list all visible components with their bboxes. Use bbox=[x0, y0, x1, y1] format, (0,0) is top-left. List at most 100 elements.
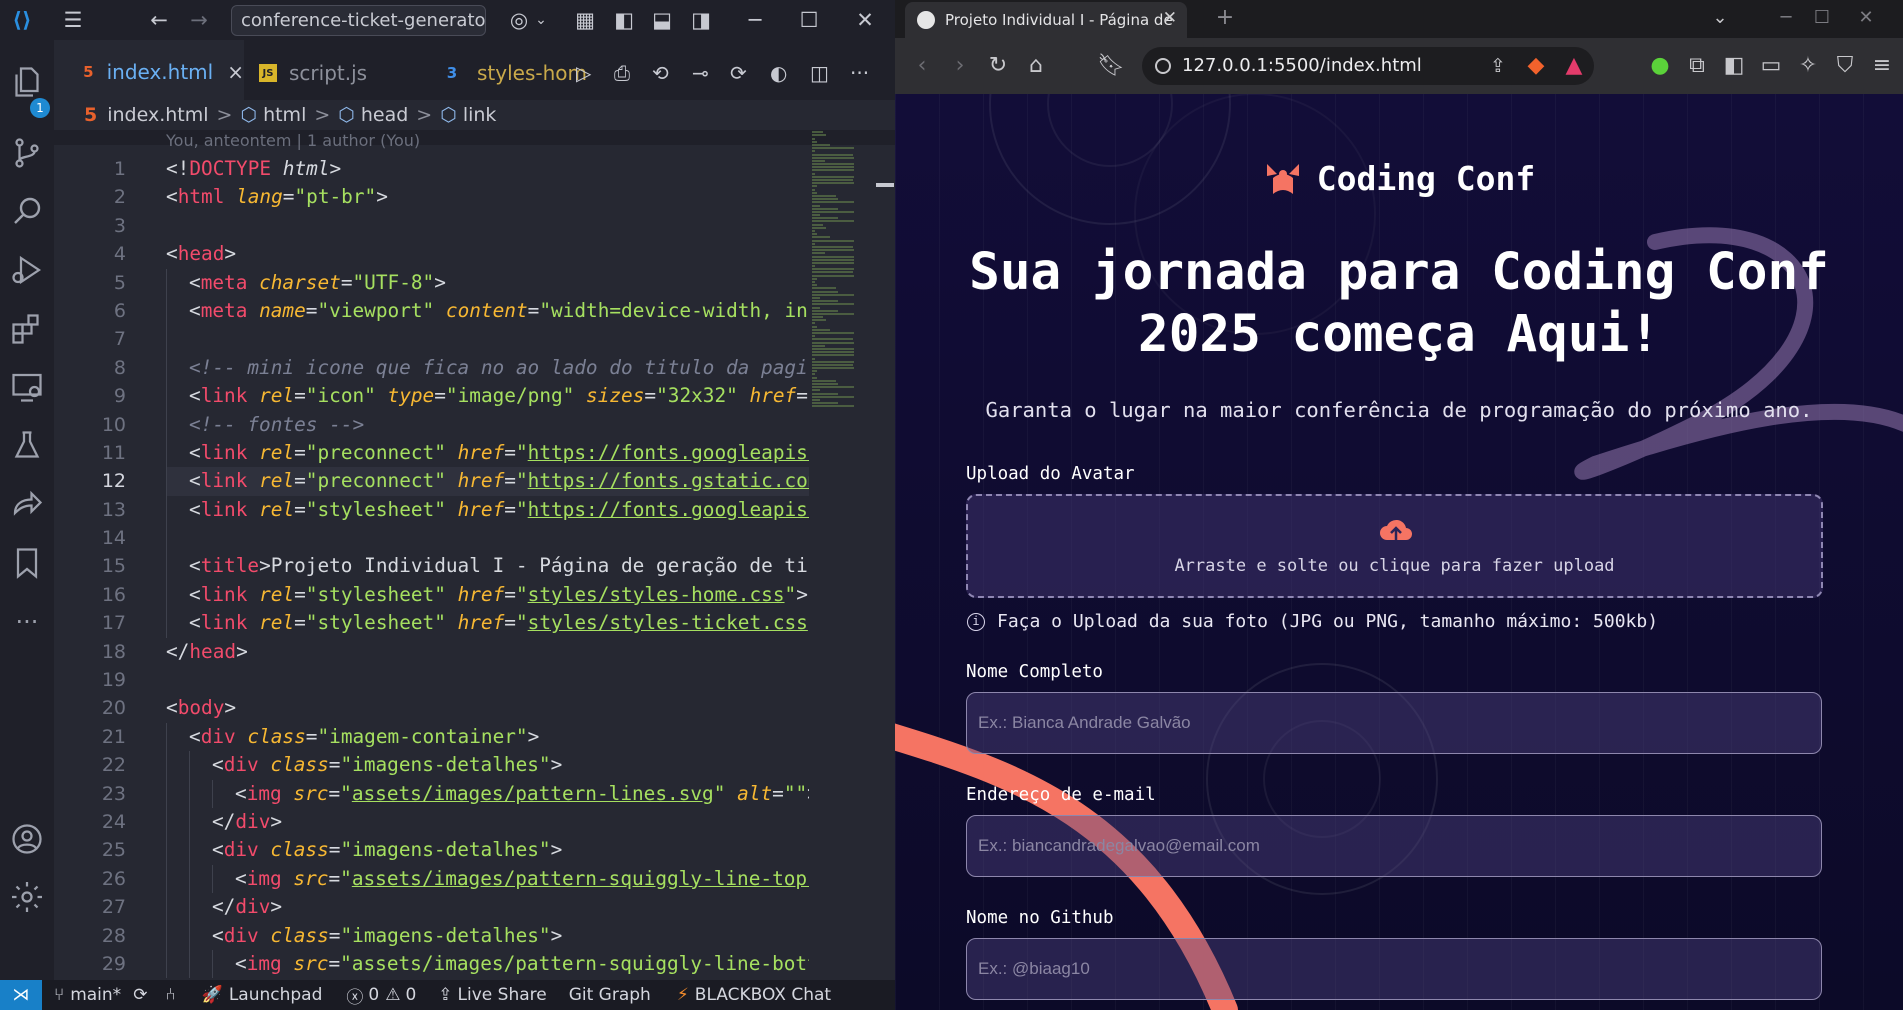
code-line[interactable]: <link rel="preconnect" href="https://fon… bbox=[166, 438, 809, 468]
branch-name[interactable]: main* bbox=[70, 985, 121, 1005]
run-debug-icon[interactable] bbox=[0, 243, 54, 297]
minimize-icon[interactable]: ─ bbox=[742, 0, 768, 40]
code-line[interactable]: <!DOCTYPE html> bbox=[166, 155, 809, 183]
run-file-icon[interactable]: ▷ bbox=[576, 40, 591, 106]
close-window-icon[interactable]: ✕ bbox=[1853, 0, 1879, 38]
extensions-puzzle-icon[interactable]: ⧉ bbox=[1684, 38, 1710, 94]
git-compare-icon[interactable]: ◐ bbox=[770, 40, 787, 106]
toggle-sidebar-icon[interactable]: ◧ bbox=[611, 0, 637, 40]
menu-icon[interactable]: ☰ bbox=[58, 0, 88, 40]
brave-rewards-icon[interactable]: ▲ bbox=[1561, 38, 1587, 94]
code-line[interactable]: <title>Projeto Individual I - Página de … bbox=[166, 552, 809, 581]
coding-conf-logo[interactable]: Coding Conf bbox=[895, 158, 1903, 198]
new-tab-icon[interactable]: + bbox=[1212, 0, 1238, 38]
code-line[interactable]: <img src="assets/images/pattern-squiggly… bbox=[166, 864, 809, 894]
live-share-icon[interactable] bbox=[0, 477, 54, 531]
more-actions-icon[interactable]: ··· bbox=[850, 40, 869, 106]
layout-customize-icon[interactable]: ▦ bbox=[572, 0, 598, 40]
vpn-shield-icon[interactable]: ⛉ bbox=[1832, 38, 1858, 94]
code-line[interactable]: <link rel="stylesheet" href="styles/styl… bbox=[166, 609, 809, 638]
open-preview-icon[interactable]: ⎙ bbox=[614, 40, 630, 106]
git-commit-icon[interactable]: ⊸ bbox=[692, 40, 709, 106]
code-line[interactable]: </head> bbox=[166, 638, 809, 666]
git-graph-button[interactable]: Git Graph bbox=[569, 985, 651, 1005]
launchpad-button[interactable]: Launchpad bbox=[229, 985, 323, 1005]
code-line[interactable]: <img src="assets/images/pattern-lines.sv… bbox=[166, 779, 809, 808]
vertical-scrollbar[interactable] bbox=[876, 183, 894, 187]
tab-index-html[interactable]: 5 index.html × bbox=[54, 40, 244, 106]
code-line[interactable]: <div class="imagem-container"> bbox=[166, 722, 809, 752]
github-input[interactable] bbox=[966, 938, 1822, 1000]
live-share-button[interactable]: Live Share bbox=[458, 985, 547, 1005]
maximize-icon[interactable]: ☐ bbox=[1809, 0, 1835, 38]
settings-gear-icon[interactable] bbox=[0, 870, 54, 924]
source-control-icon[interactable] bbox=[0, 126, 54, 180]
code-line[interactable]: <img src="assets/images/pattern-squiggly… bbox=[166, 949, 809, 979]
remote-indicator-icon[interactable]: ⋊ bbox=[0, 980, 42, 1010]
reload-icon[interactable]: ↻ bbox=[985, 38, 1011, 94]
avatar-upload-dropzone[interactable]: Arraste e solte ou clique para fazer upl… bbox=[966, 494, 1823, 598]
full-name-input[interactable] bbox=[966, 692, 1822, 754]
code-line[interactable]: <!-- fontes --> bbox=[166, 410, 809, 439]
breadcrumb-file[interactable]: index.html bbox=[107, 104, 208, 126]
bookmarks-icon[interactable] bbox=[0, 536, 54, 590]
tab-close-icon[interactable]: ✕ bbox=[1163, 8, 1177, 28]
copilot-icon[interactable]: ◎ bbox=[505, 0, 533, 40]
extension-green-icon[interactable]: ● bbox=[1647, 38, 1673, 94]
extensions-icon[interactable] bbox=[0, 302, 54, 356]
code-line[interactable]: <meta charset="UTF-8"> bbox=[166, 268, 809, 297]
code-line[interactable]: </div> bbox=[166, 893, 809, 922]
forward-icon[interactable]: › bbox=[947, 38, 973, 94]
home-icon[interactable]: ⌂ bbox=[1023, 38, 1049, 94]
breadcrumb-html[interactable]: html bbox=[263, 104, 306, 126]
git-next-change-icon[interactable]: ⟳ bbox=[730, 40, 747, 106]
code-line[interactable]: <div class="imagens-detalhes"> bbox=[166, 921, 809, 950]
explorer-icon[interactable]: 1 bbox=[0, 55, 54, 118]
code-line[interactable] bbox=[166, 212, 809, 240]
code-line[interactable] bbox=[166, 666, 809, 694]
code-line[interactable]: <html lang="pt-br"> bbox=[166, 183, 809, 211]
more-icon[interactable]: ··· bbox=[0, 595, 54, 649]
code-line[interactable]: <meta name="viewport" content="width=dev… bbox=[166, 296, 809, 326]
back-arrow-icon[interactable]: ← bbox=[146, 0, 172, 40]
tab-search-chevron-icon[interactable]: ⌄ bbox=[1707, 0, 1733, 38]
tab-script-js[interactable]: JS script.js bbox=[259, 40, 424, 106]
code-line[interactable]: <link rel="stylesheet" href="https://fon… bbox=[166, 495, 809, 525]
wallet-icon[interactable]: ▭ bbox=[1758, 38, 1784, 94]
breadcrumb-link[interactable]: link bbox=[463, 104, 497, 126]
brave-shields-icon[interactable]: ◆ bbox=[1523, 38, 1549, 94]
code-line[interactable]: <div class="imagens-detalhes"> bbox=[166, 836, 809, 865]
code-editor[interactable]: <!DOCTYPE html> <html lang="pt-br"> <head>… bbox=[166, 155, 809, 980]
code-line[interactable] bbox=[166, 325, 809, 354]
tab-styles-home[interactable]: 3 styles-hom bbox=[439, 40, 619, 106]
code-line[interactable]: <!-- mini icone que fica no ao lado do t… bbox=[166, 353, 809, 383]
account-icon[interactable] bbox=[0, 812, 54, 866]
split-editor-icon[interactable]: ◫ bbox=[810, 40, 829, 106]
bookmark-icon[interactable]: 🔖︎ bbox=[1097, 38, 1125, 94]
minimap[interactable] bbox=[812, 130, 872, 430]
code-line[interactable] bbox=[166, 524, 809, 553]
warning-count[interactable]: 0 bbox=[405, 985, 416, 1005]
toggle-panel-icon[interactable]: ⬓ bbox=[649, 0, 675, 40]
share-icon[interactable]: ⇪ bbox=[1485, 38, 1511, 94]
minimize-icon[interactable]: ─ bbox=[1773, 0, 1799, 38]
leo-ai-icon[interactable]: ✧ bbox=[1795, 38, 1821, 94]
chevron-down-icon[interactable]: ⌄ bbox=[533, 0, 549, 40]
testing-icon[interactable] bbox=[0, 419, 54, 473]
code-line[interactable]: </div> bbox=[166, 807, 809, 837]
forward-arrow-icon[interactable]: → bbox=[186, 0, 212, 40]
browser-tab-active[interactable]: Projeto Individual I - Página de ✕ bbox=[905, 2, 1187, 38]
sidebar-icon[interactable]: ◧ bbox=[1721, 38, 1747, 94]
code-line[interactable]: <link rel="icon" type="image/png" sizes=… bbox=[166, 382, 809, 411]
code-line[interactable]: <body> bbox=[166, 694, 809, 722]
command-center-search[interactable]: conference-ticket-generator-m bbox=[231, 5, 486, 36]
error-count[interactable]: 0 bbox=[368, 985, 379, 1005]
git-previous-change-icon[interactable]: ⟲ bbox=[652, 40, 669, 106]
sync-icon[interactable]: ⟳ bbox=[133, 985, 147, 1005]
code-line[interactable]: <div class="imagens-detalhes"> bbox=[166, 751, 809, 780]
browser-menu-icon[interactable]: ≡ bbox=[1869, 38, 1895, 94]
git-blame-annotation[interactable]: You, anteontem | 1 author (You) bbox=[166, 131, 420, 150]
blackbox-chat-button[interactable]: BLACKBOX Chat bbox=[695, 985, 831, 1005]
search-icon[interactable] bbox=[0, 184, 54, 238]
remote-explorer-icon[interactable] bbox=[0, 360, 54, 414]
